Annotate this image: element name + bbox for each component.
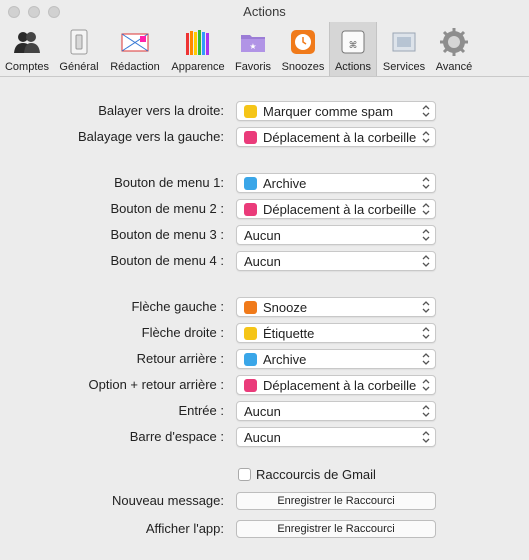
- snooze-icon: [244, 301, 257, 314]
- chevron-updown-icon: [422, 353, 430, 365]
- tab-general[interactable]: Général: [55, 22, 103, 76]
- svg-text:★: ★: [249, 42, 256, 51]
- backspace-select[interactable]: Archive: [236, 349, 436, 369]
- spam-icon: [244, 105, 257, 118]
- menu-button-1-select[interactable]: Archive: [236, 173, 436, 193]
- menu-button-3-label: Bouton de menu 3 :: [110, 227, 224, 242]
- tab-label: Apparence: [171, 61, 225, 73]
- selected-value: Déplacement à la corbeille: [263, 130, 417, 145]
- chevron-updown-icon: [422, 327, 430, 339]
- menu-button-2-label: Bouton de menu 2 :: [110, 201, 224, 216]
- option-backspace-label: Option + retour arrière :: [88, 377, 224, 392]
- selected-value: Aucun: [244, 228, 281, 243]
- tab-snoozes[interactable]: Snoozes: [278, 22, 328, 76]
- tab-label: Services: [382, 61, 426, 73]
- appearance-icon: [186, 30, 209, 55]
- snoozes-icon: [291, 30, 315, 54]
- chevron-updown-icon: [422, 203, 430, 215]
- preferences-toolbar: Comptes Général Rédaction Apparence ★ Fa…: [0, 22, 529, 77]
- selected-value: Déplacement à la corbeille: [263, 378, 417, 393]
- compose-icon: [121, 33, 149, 52]
- gmail-shortcuts-label: Raccourcis de Gmail: [256, 467, 376, 482]
- title-bar: Actions: [0, 0, 529, 24]
- swipe-left-select[interactable]: Déplacement à la corbeille: [236, 127, 436, 147]
- tab-redaction[interactable]: Rédaction: [106, 22, 164, 76]
- option-backspace-select[interactable]: Déplacement à la corbeille: [236, 375, 436, 395]
- tab-label: Actions: [334, 61, 372, 73]
- enter-label: Entrée :: [178, 403, 224, 418]
- swipe-left-label: Balayage vers la gauche:: [78, 129, 224, 144]
- selected-value: Déplacement à la corbeille: [263, 202, 417, 217]
- tab-label: Favoris: [234, 61, 272, 73]
- menu-button-4-label: Bouton de menu 4 :: [110, 253, 224, 268]
- advanced-icon: [440, 28, 468, 56]
- services-icon: [392, 32, 416, 52]
- tab-favoris[interactable]: ★ Favoris: [232, 22, 274, 76]
- spacebar-label: Barre d'espace :: [129, 429, 224, 444]
- chevron-updown-icon: [422, 301, 430, 313]
- menu-button-3-select[interactable]: Aucun: [236, 225, 436, 245]
- general-icon: [70, 29, 88, 55]
- tab-label: Général: [59, 61, 99, 73]
- record-show-app-shortcut-button[interactable]: Enregistrer le Raccourci: [236, 520, 436, 538]
- gmail-shortcuts-checkbox[interactable]: [238, 468, 251, 481]
- selected-value: Archive: [263, 176, 307, 191]
- chevron-updown-icon: [422, 379, 430, 391]
- tab-avance[interactable]: Avancé: [431, 22, 477, 76]
- tab-label: Comptes: [4, 61, 50, 73]
- label-icon: [244, 327, 257, 340]
- selected-value: Aucun: [244, 404, 281, 419]
- archive-icon: [244, 353, 257, 366]
- tab-label: Avancé: [435, 61, 473, 73]
- selected-value: Marquer comme spam: [263, 104, 394, 119]
- chevron-updown-icon: [422, 105, 430, 117]
- chevron-updown-icon: [422, 431, 430, 443]
- accounts-icon: [14, 32, 40, 53]
- selected-value: Snooze: [263, 300, 308, 315]
- menu-button-1-label: Bouton de menu 1:: [114, 175, 224, 190]
- chevron-updown-icon: [422, 255, 430, 267]
- swipe-right-select[interactable]: Marquer comme spam: [236, 101, 436, 121]
- selected-value: Archive: [263, 352, 307, 367]
- tab-label: Rédaction: [110, 61, 160, 73]
- left-arrow-select[interactable]: Snooze: [236, 297, 436, 317]
- tab-services[interactable]: Services: [379, 22, 429, 76]
- selected-value: Aucun: [244, 430, 281, 445]
- new-message-label: Nouveau message:: [111, 493, 224, 508]
- record-new-message-shortcut-button[interactable]: Enregistrer le Raccourci: [236, 492, 436, 510]
- menu-button-2-select[interactable]: Déplacement à la corbeille: [236, 199, 436, 219]
- show-app-label: Afficher l'app:: [145, 521, 224, 536]
- svg-text:⌘: ⌘: [349, 40, 358, 50]
- archive-icon: [244, 177, 257, 190]
- menu-button-4-select[interactable]: Aucun: [236, 251, 436, 271]
- chevron-updown-icon: [422, 177, 430, 189]
- chevron-updown-icon: [422, 405, 430, 417]
- trash-icon: [244, 203, 257, 216]
- chevron-updown-icon: [422, 131, 430, 143]
- favorites-icon: ★: [241, 35, 265, 52]
- tab-actions[interactable]: ⌘ Actions: [329, 22, 377, 76]
- left-arrow-label: Flèche gauche :: [131, 299, 224, 314]
- chevron-updown-icon: [422, 229, 430, 241]
- tab-apparence[interactable]: Apparence: [168, 22, 228, 76]
- backspace-label: Retour arrière :: [136, 351, 224, 366]
- enter-select[interactable]: Aucun: [236, 401, 436, 421]
- actions-icon: ⌘: [341, 30, 365, 54]
- trash-icon: [244, 131, 257, 144]
- trash-icon: [244, 379, 257, 392]
- right-arrow-label: Flèche droite :: [141, 325, 224, 340]
- selected-value: Étiquette: [263, 326, 315, 341]
- swipe-right-label: Balayer vers la droite:: [98, 103, 224, 118]
- tab-label: Snoozes: [281, 61, 325, 73]
- spacebar-select[interactable]: Aucun: [236, 427, 436, 447]
- selected-value: Aucun: [244, 254, 281, 269]
- tab-comptes[interactable]: Comptes: [2, 22, 52, 76]
- right-arrow-select[interactable]: Étiquette: [236, 323, 436, 343]
- window-title: Actions: [243, 4, 286, 19]
